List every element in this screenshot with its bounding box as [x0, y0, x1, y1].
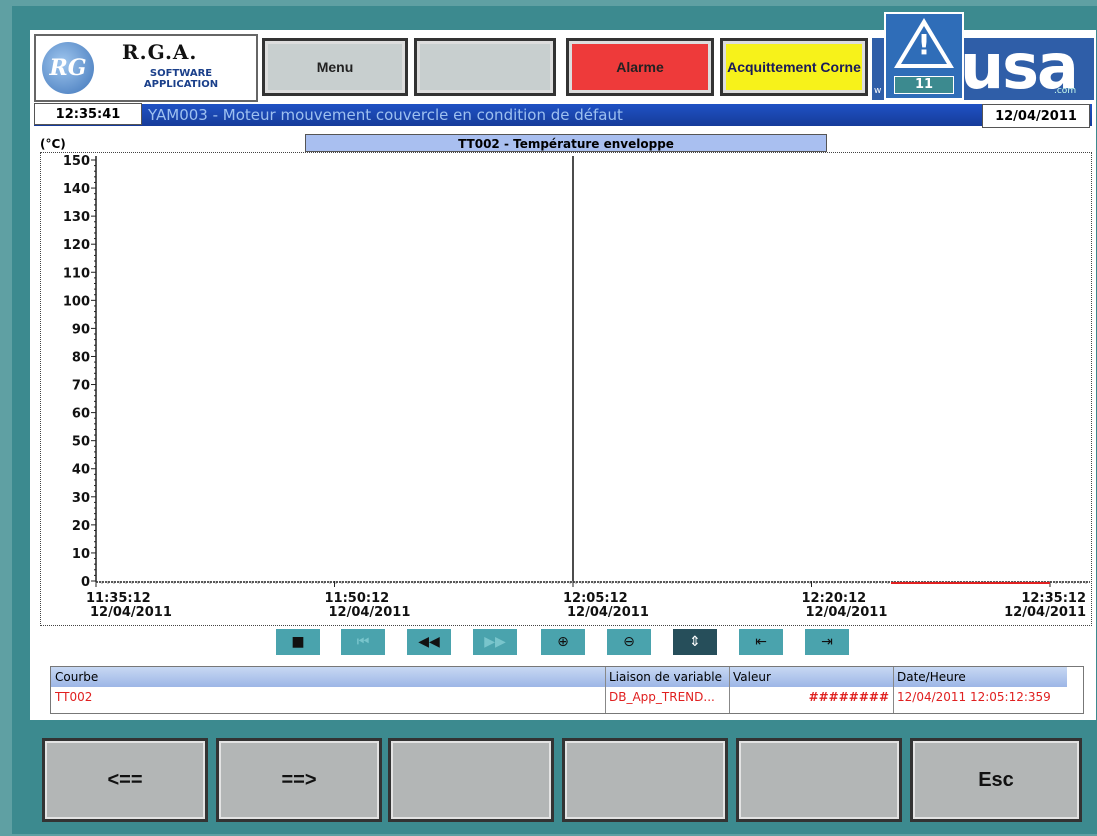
ruler-back-button[interactable]: ⇤	[738, 628, 784, 656]
rga-logo: RG R.G.A. SOFTWARE APPLICATION	[34, 34, 258, 102]
row-courbe: TT002	[55, 690, 93, 704]
zoom-in-button[interactable]: ⊕	[540, 628, 586, 656]
table-header-row: Courbe Liaison de variable Valeur Date/H…	[51, 667, 1067, 687]
function-key-3[interactable]	[388, 738, 554, 822]
acknowledge-horn-button[interactable]: Acquittement Corne	[720, 38, 868, 96]
ruler-button[interactable]: ⇕	[672, 628, 718, 656]
forward-button[interactable]: ▶▶	[472, 628, 518, 656]
exclamation-icon: !	[917, 28, 931, 61]
logo-subtitle: SOFTWARE APPLICATION	[143, 68, 219, 90]
rewind-button[interactable]: ◀◀	[406, 628, 452, 656]
rga-logo-icon: RG	[42, 42, 94, 94]
next-screen-button[interactable]: ==>	[216, 738, 382, 822]
row-liaison: DB_App_TREND...	[609, 690, 715, 704]
zoom-in-icon: ⊕	[557, 634, 569, 650]
table-row[interactable]: TT002 DB_App_TREND... ######## 12/04/201…	[51, 687, 1083, 711]
rewind-icon: ◀◀	[418, 634, 440, 650]
ruler-forward-button[interactable]: ⇥	[804, 628, 850, 656]
ruler-icon: ⇕	[689, 634, 701, 650]
header-liaison: Liaison de variable	[609, 670, 722, 684]
zoom-out-icon: ⊖	[623, 634, 635, 650]
ruler-back-icon: ⇤	[755, 634, 767, 650]
blank-button[interactable]	[414, 38, 556, 96]
forward-icon: ▶▶	[484, 634, 506, 650]
logo-title: R.G.A.	[122, 40, 198, 64]
stop-icon: ■	[291, 634, 305, 650]
y-axis-unit: (°C)	[40, 137, 66, 151]
alarm-indicator[interactable]: ! 11	[884, 12, 964, 100]
chart-title: TT002 - Température enveloppe	[305, 134, 827, 152]
header-valeur: Valeur	[733, 670, 771, 684]
menu-button[interactable]: Menu	[262, 38, 408, 96]
previous-screen-button[interactable]: <==	[42, 738, 208, 822]
escape-button[interactable]: Esc	[910, 738, 1082, 822]
status-message: YAM003 - Moteur mouvement couvercle en c…	[148, 106, 623, 124]
first-button[interactable]: ⏮	[340, 628, 386, 656]
brand-prefix: w	[874, 86, 882, 96]
stop-button[interactable]: ■	[275, 628, 321, 656]
function-key-5[interactable]	[736, 738, 902, 822]
brand-suffix: .com	[1054, 86, 1077, 96]
first-icon: ⏮	[356, 634, 370, 650]
trend-chart-area[interactable]	[40, 152, 1092, 626]
trend-legend-table: Courbe Liaison de variable Valeur Date/H…	[50, 666, 1084, 714]
row-valeur: ########	[808, 690, 889, 704]
status-time: 12:35:41	[34, 103, 142, 125]
header-date-heure: Date/Heure	[897, 670, 966, 684]
alarm-count: 11	[894, 76, 954, 94]
ruler-forward-icon: ⇥	[821, 634, 833, 650]
function-key-4[interactable]	[562, 738, 728, 822]
row-date-heure: 12/04/2011 12:05:12:359	[897, 690, 1051, 704]
status-date: 12/04/2011	[982, 104, 1090, 128]
zoom-out-button[interactable]: ⊖	[606, 628, 652, 656]
alarm-button[interactable]: Alarme	[566, 38, 714, 96]
header-courbe: Courbe	[55, 670, 99, 684]
